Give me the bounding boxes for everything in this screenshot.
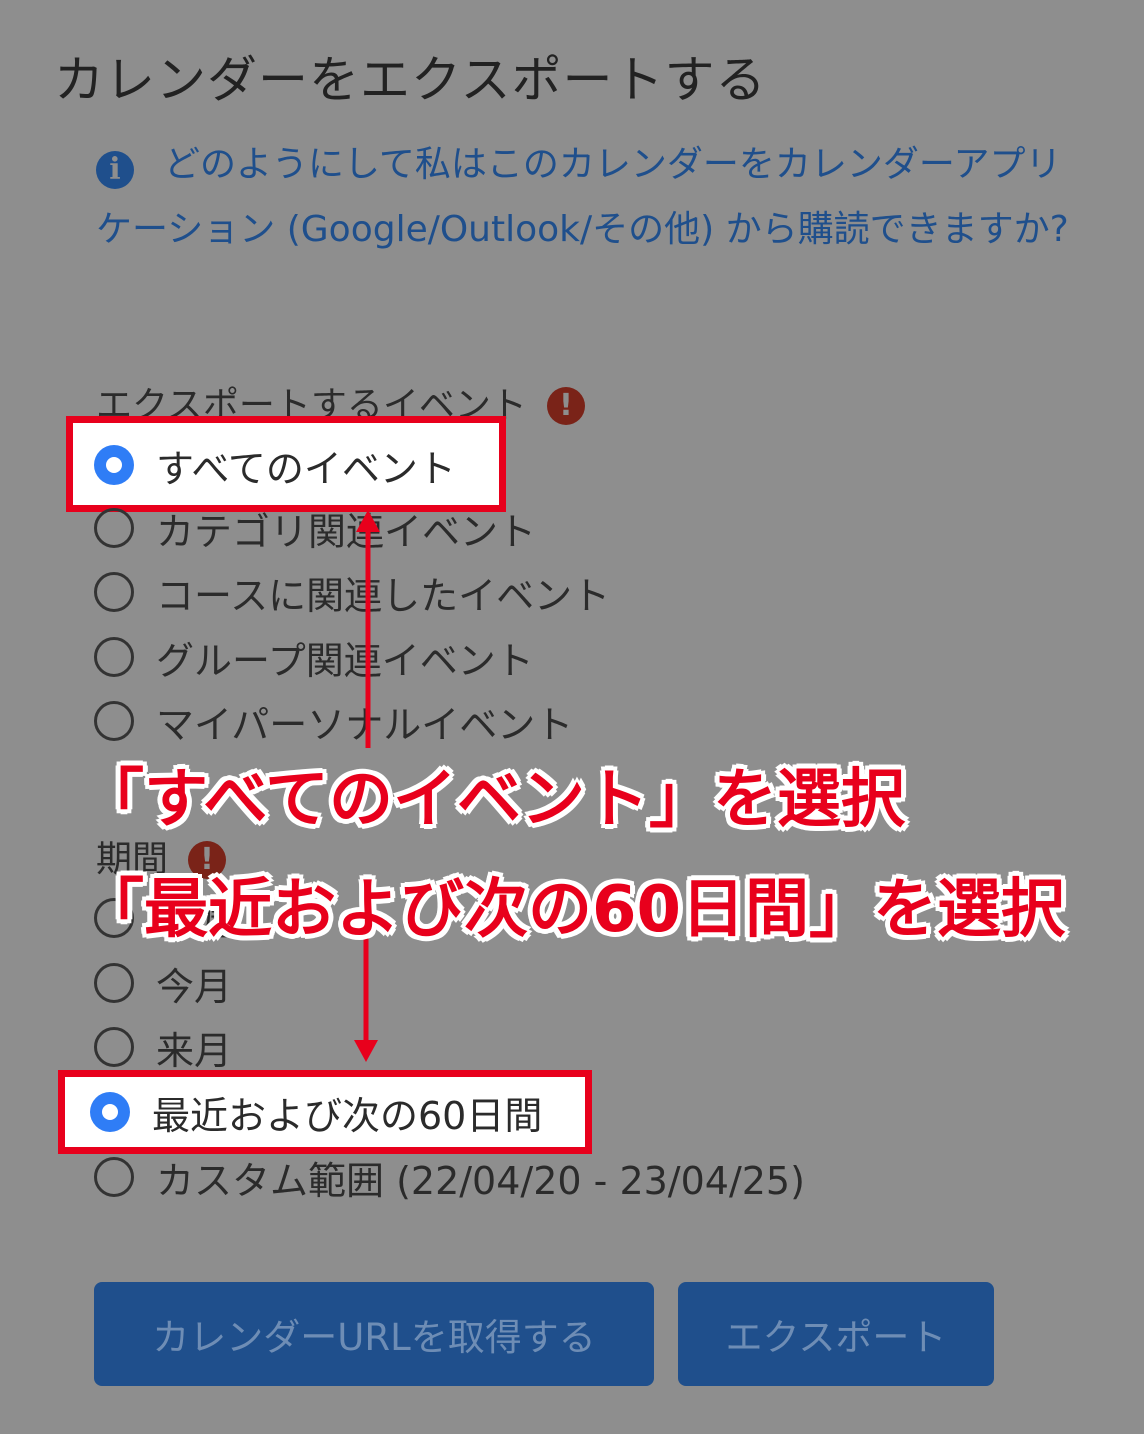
annotation-arrows (354, 510, 380, 1062)
annotation-select-60-days: 「最近および次の60日間」を選択 (80, 873, 1066, 947)
annotation-select-all-events: 「すべてのイベント」を選択 (80, 763, 905, 837)
